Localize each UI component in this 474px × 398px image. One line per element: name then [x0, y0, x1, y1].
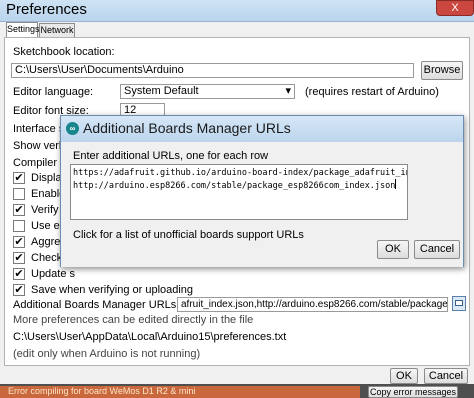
dialog-title: Additional Boards Manager URLs — [83, 120, 291, 136]
dialog-prompt: Enter additional URLs, one for each row — [73, 150, 269, 162]
unofficial-boards-link[interactable]: Click for a list of unofficial boards su… — [73, 229, 304, 241]
browse-button[interactable]: Browse — [421, 61, 463, 80]
sketchbook-label: Sketchbook location: — [13, 46, 115, 58]
checkbox-4[interactable]: ✔ — [13, 236, 25, 248]
urls-textarea[interactable]: https://adafruit.github.io/arduino-board… — [70, 164, 408, 220]
cancel-button[interactable]: Cancel — [424, 368, 468, 384]
copy-errors-button[interactable]: Copy error messages — [368, 386, 458, 398]
window-title: Preferences — [6, 1, 87, 18]
tab-settings[interactable]: Settings — [6, 22, 40, 37]
checkbox-1[interactable] — [13, 188, 25, 200]
text-caret — [395, 179, 397, 189]
url-line-with-caret: http://arduino.esp8266.com/stable/packag… — [73, 179, 405, 192]
chevron-down-icon: ▾ — [285, 85, 291, 97]
boards-url-label: Additional Boards Manager URLs: — [13, 299, 180, 311]
tab-network[interactable]: Network — [39, 23, 75, 37]
title-bar: Preferences X — [0, 0, 474, 22]
checkbox-3[interactable] — [13, 220, 25, 232]
dialog-ok-button[interactable]: OK — [377, 240, 409, 259]
edit-note: (edit only when Arduino is not running) — [13, 348, 201, 360]
editor-language-label: Editor language: — [13, 86, 94, 98]
checkbox-label: Save when verifying or uploading — [31, 284, 194, 296]
boards-url-field[interactable]: afruit_index.json,http://arduino.esp8266… — [177, 297, 448, 312]
more-prefs-note: More preferences can be edited directly … — [13, 314, 254, 326]
ok-button[interactable]: OK — [390, 368, 418, 384]
dialog-title-bar: ∞ Additional Boards Manager URLs — [61, 116, 463, 142]
checkbox-6[interactable]: ✔ — [13, 268, 25, 280]
sketchbook-field[interactable]: C:\Users\User\Documents\Arduino — [11, 63, 414, 78]
preferences-path[interactable]: C:\Users\User\AppData\Local\Arduino15\pr… — [13, 331, 286, 343]
editor-language-select[interactable]: System Default ▾ — [120, 84, 295, 99]
checkbox-7[interactable]: ✔ — [13, 284, 25, 296]
boards-urls-dialog: ∞ Additional Boards Manager URLs Enter a… — [60, 115, 464, 267]
status-error-message: Error compiling for board WeMos D1 R2 & … — [0, 386, 360, 398]
arduino-icon: ∞ — [66, 122, 79, 135]
checkbox-label: Update s — [31, 268, 76, 280]
window-icon — [455, 300, 463, 306]
restart-note: (requires restart of Arduino) — [305, 86, 439, 98]
checkbox-2[interactable]: ✔ — [13, 204, 25, 216]
checkbox-0[interactable]: ✔ — [13, 172, 25, 184]
url-line: http://arduino.esp8266.com/stable/packag… — [73, 181, 396, 191]
close-icon[interactable]: X — [436, 0, 474, 16]
url-line: https://adafruit.github.io/arduino-board… — [73, 168, 407, 178]
dialog-cancel-button[interactable]: Cancel — [414, 240, 460, 259]
dialog-body: Enter additional URLs, one for each row … — [61, 142, 463, 267]
editor-language-value: System Default — [124, 85, 199, 97]
open-url-editor-button[interactable] — [452, 296, 466, 311]
checkbox-5[interactable]: ✔ — [13, 252, 25, 264]
